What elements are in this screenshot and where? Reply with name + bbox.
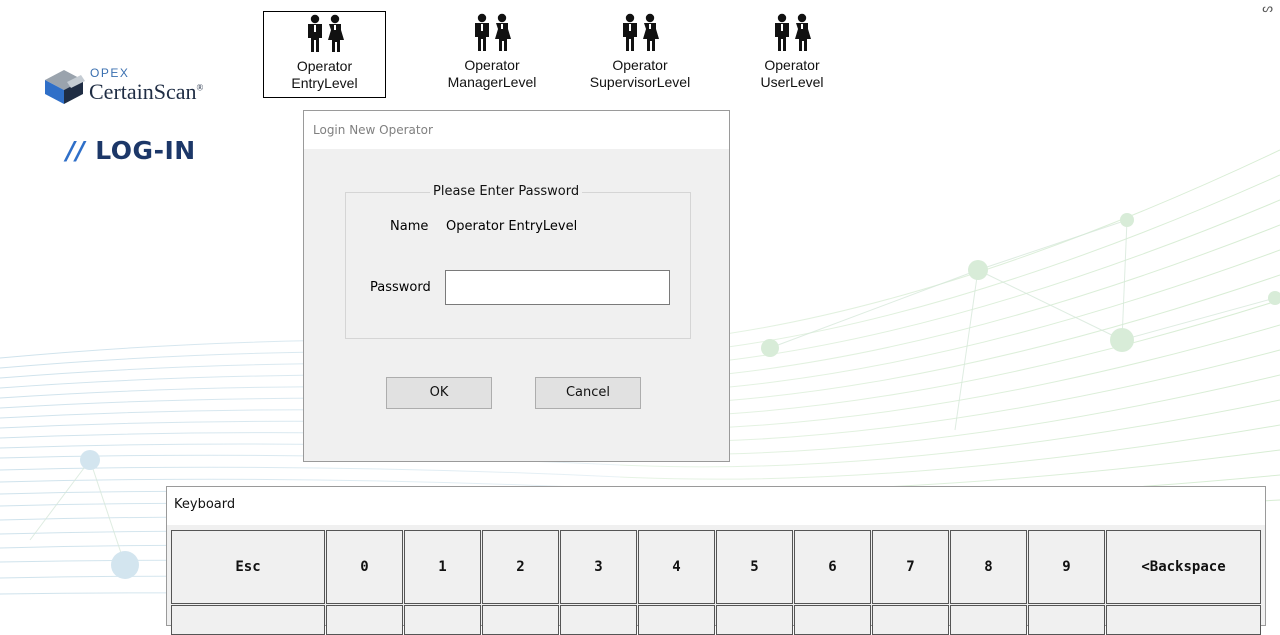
logo-brand-text: OPEX [90, 66, 130, 80]
operator-label: Operator UserLevel [760, 57, 824, 90]
keyboard-row-partial [171, 605, 1262, 635]
keyboard-key[interactable] [716, 605, 793, 635]
keyboard-key[interactable] [560, 605, 637, 635]
key-2[interactable]: 2 [482, 530, 559, 604]
name-label: Name [390, 219, 429, 234]
keyboard-key[interactable] [171, 605, 325, 635]
password-label: Password [370, 280, 431, 295]
cancel-button[interactable]: Cancel [535, 377, 641, 409]
keyboard-key[interactable] [404, 605, 481, 635]
keyboard-key[interactable] [1028, 605, 1105, 635]
groupbox-title: Please Enter Password [430, 184, 583, 199]
key-6[interactable]: 6 [794, 530, 871, 604]
logo-cube-icon [45, 70, 85, 104]
keyboard-key[interactable] [872, 605, 949, 635]
key-4[interactable]: 4 [638, 530, 715, 604]
keyboard-key[interactable] [482, 605, 559, 635]
operator-entrylevel-tile[interactable]: Operator EntryLevel [263, 11, 386, 98]
keyboard-key[interactable] [638, 605, 715, 635]
title-slashes: // [66, 136, 86, 165]
key-3[interactable]: 3 [560, 530, 637, 604]
keyboard-key[interactable] [950, 605, 1027, 635]
keyboard-row: Esc 0 1 2 3 4 5 6 7 8 9 <Backspace [171, 530, 1262, 604]
onscreen-keyboard: Keyboard Esc 0 1 2 3 4 5 6 7 8 9 <Backsp… [166, 486, 1266, 635]
users-icon [775, 13, 811, 51]
key-esc[interactable]: Esc [171, 530, 325, 604]
password-groupbox: Please Enter Password [345, 184, 691, 339]
logo-product-text: CertainScan® [89, 79, 204, 104]
title-text: LOG-IN [95, 136, 196, 165]
opex-certainscan-logo: OPEX CertainScan® [41, 66, 241, 116]
corner-glyph: ᔕ [1262, 1, 1273, 15]
keyboard-title: Keyboard [167, 487, 1265, 525]
login-dialog: Login New Operator Please Enter Password… [303, 110, 730, 462]
key-7[interactable]: 7 [872, 530, 949, 604]
key-1[interactable]: 1 [404, 530, 481, 604]
name-value: Operator EntryLevel [446, 219, 578, 234]
ok-button[interactable]: OK [386, 377, 492, 409]
operator-userlevel-tile[interactable]: Operator UserLevel [747, 11, 837, 98]
users-icon [475, 13, 511, 51]
key-backspace[interactable]: <Backspace [1106, 530, 1261, 604]
dialog-title: Login New Operator [304, 111, 729, 149]
key-8[interactable]: 8 [950, 530, 1027, 604]
operator-label: Operator EntryLevel [291, 58, 358, 91]
keyboard-key[interactable] [1106, 605, 1261, 635]
keyboard-key[interactable] [794, 605, 871, 635]
users-icon [623, 13, 659, 51]
password-input[interactable] [445, 270, 670, 305]
key-0[interactable]: 0 [326, 530, 403, 604]
users-icon [307, 14, 344, 52]
operator-supervisorlevel-tile[interactable]: Operator SupervisorLevel [573, 11, 707, 98]
page-title: // LOG-IN [66, 136, 196, 165]
operator-managerlevel-tile[interactable]: Operator ManagerLevel [437, 11, 547, 98]
operator-label: Operator SupervisorLevel [589, 57, 691, 90]
key-5[interactable]: 5 [716, 530, 793, 604]
key-9[interactable]: 9 [1028, 530, 1105, 604]
keyboard-key[interactable] [326, 605, 403, 635]
operator-label: Operator ManagerLevel [447, 57, 537, 90]
